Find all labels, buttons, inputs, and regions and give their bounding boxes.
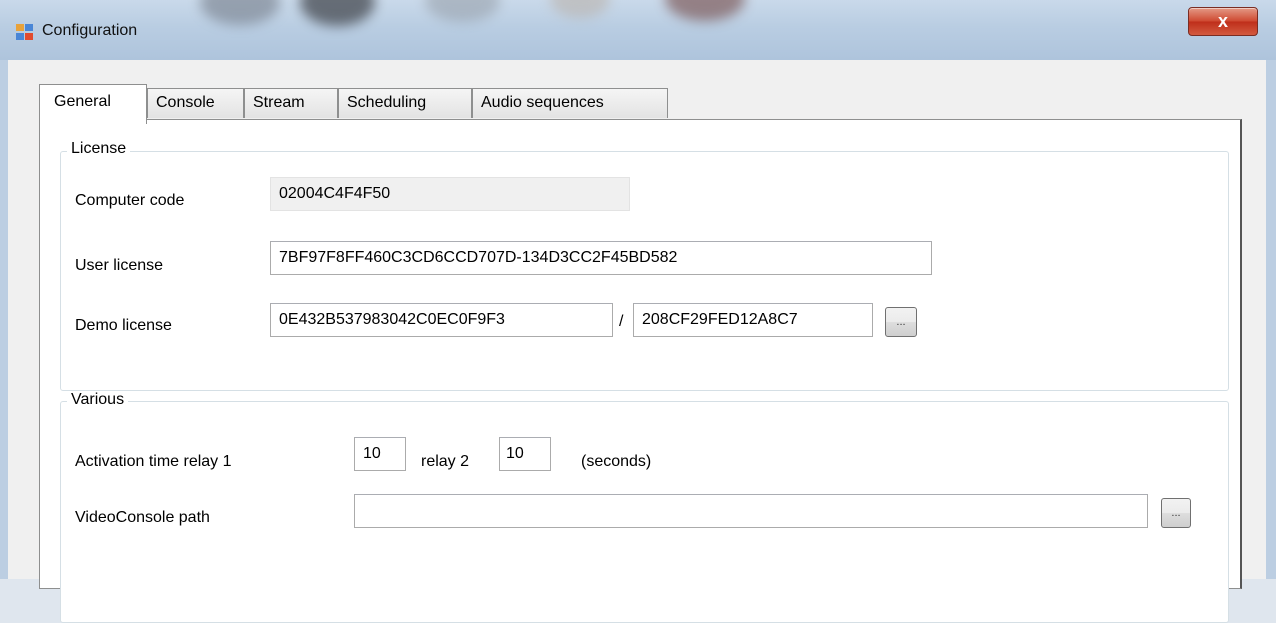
- demo-license-browse-button[interactable]: ...: [885, 307, 917, 337]
- tab-console[interactable]: Console: [147, 88, 244, 118]
- background-blur: [200, 0, 280, 25]
- window-frame-left: [0, 60, 8, 579]
- various-group-title: Various: [67, 391, 129, 409]
- relay2-field[interactable]: 10: [499, 437, 551, 471]
- demo-license-separator: /: [619, 313, 624, 330]
- tab-scheduling[interactable]: Scheduling: [338, 88, 472, 118]
- computer-code-label: Computer code: [75, 192, 185, 209]
- demo-license-label: Demo license: [75, 317, 172, 334]
- tab-audio-sequences[interactable]: Audio sequences: [472, 88, 668, 118]
- background-blur: [550, 0, 610, 18]
- relay1-field[interactable]: 10: [354, 437, 406, 471]
- user-license-field[interactable]: 7BF97F8FF460C3CD6CCD707D-134D3CC2F45BD58…: [270, 241, 932, 275]
- user-license-label: User license: [75, 257, 164, 274]
- tab-page-general: License Computer code 02004C4F4F50 User …: [39, 119, 1242, 623]
- close-button[interactable]: x: [1188, 7, 1258, 36]
- background-blur: [665, 0, 745, 21]
- background-blur: [425, 0, 500, 22]
- license-group-title: License: [67, 140, 131, 158]
- videoconsole-path-label: VideoConsole path: [75, 509, 210, 526]
- background-blur: [300, 0, 375, 26]
- relay2-label: relay 2: [421, 453, 470, 470]
- computer-code-field: 02004C4F4F50: [270, 177, 630, 211]
- tab-general[interactable]: General: [39, 84, 147, 124]
- window-frame-right: [1266, 60, 1276, 579]
- tab-stream[interactable]: Stream: [244, 88, 338, 118]
- window-title: Configuration: [42, 22, 138, 39]
- demo-license-field-1[interactable]: 0E432B537983042C0EC0F9F3: [270, 303, 613, 337]
- videoconsole-path-field[interactable]: [354, 494, 1148, 528]
- demo-license-field-2[interactable]: 208CF29FED12A8C7: [633, 303, 873, 337]
- seconds-label: (seconds): [581, 453, 652, 470]
- app-window-icon: [16, 24, 34, 41]
- videoconsole-browse-button[interactable]: ...: [1161, 498, 1191, 528]
- activation-time-label: Activation time relay 1: [75, 453, 232, 470]
- close-icon: x: [1217, 11, 1228, 31]
- title-bar: Configuration x: [0, 0, 1276, 61]
